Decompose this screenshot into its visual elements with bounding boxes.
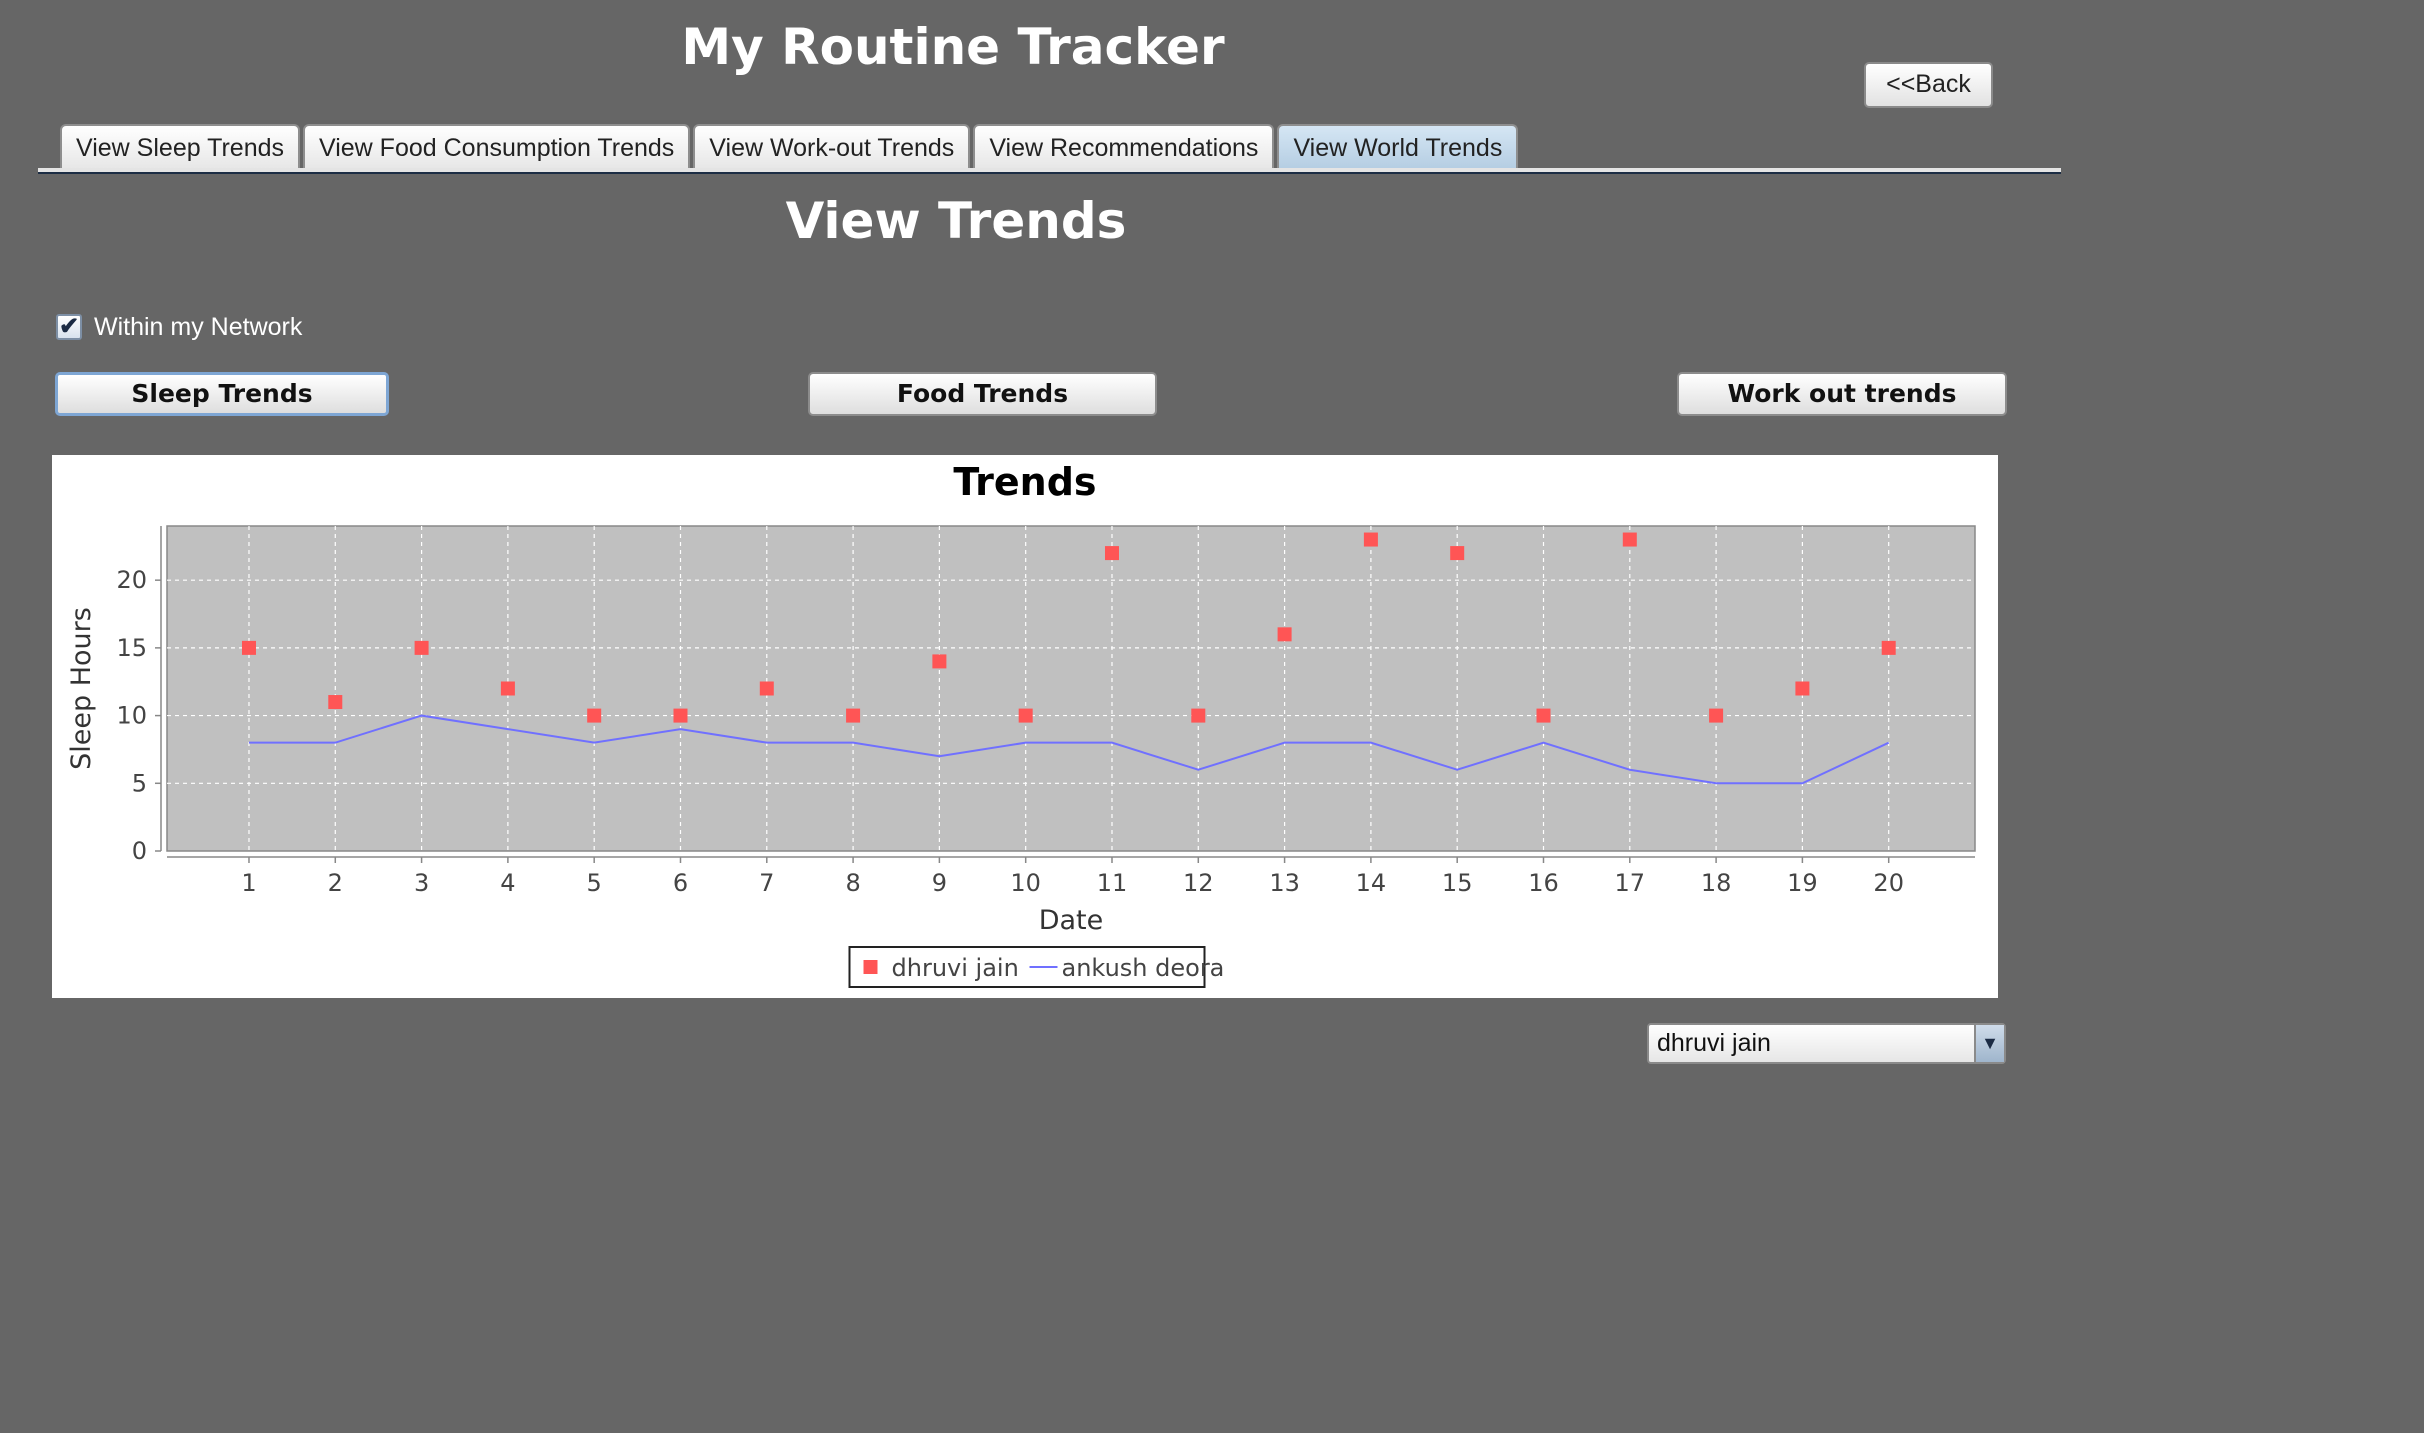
data-point-dhruvi-jain (1795, 681, 1810, 696)
y-tick-label: 0 (132, 837, 147, 865)
tab-panel-border (38, 168, 2061, 174)
app-title: My Routine Tracker (681, 18, 1225, 76)
page-title: View Trends (785, 192, 1127, 250)
tab-view-work-out-trends[interactable]: View Work-out Trends (693, 124, 971, 170)
x-tick-label: 17 (1615, 869, 1646, 897)
x-tick-label: 5 (587, 869, 602, 897)
data-point-dhruvi-jain (1709, 708, 1724, 723)
legend: dhruvi jain ankush deora (848, 946, 1225, 988)
data-point-dhruvi-jain (1622, 532, 1637, 547)
tab-view-food-consumption-trends[interactable]: View Food Consumption Trends (303, 124, 691, 170)
person-select[interactable]: dhruvi jain ▼ (1647, 1023, 2006, 1064)
data-point-dhruvi-jain (1104, 546, 1119, 561)
x-tick-label: 8 (845, 869, 860, 897)
legend-label-dhruvi-jain: dhruvi jain (892, 954, 1019, 982)
trends-chart-panel: Trends 1 2 3 4 5 6 7 8 9 10 11 12 13 14 15 16 17 18 19 20 0 5… (52, 455, 1998, 998)
x-tick-label: 6 (673, 869, 688, 897)
back-button[interactable]: <<Back (1864, 62, 1993, 108)
x-tick-label: 7 (759, 869, 774, 897)
x-tick-label: 18 (1701, 869, 1732, 897)
chart-title: Trends (953, 460, 1096, 504)
tab-view-recommendations[interactable]: View Recommendations (973, 124, 1275, 170)
tab-view-world-trends[interactable]: View World Trends (1277, 124, 1519, 170)
data-point-dhruvi-jain (1191, 708, 1206, 723)
y-tick-label: 20 (116, 566, 147, 594)
x-tick-label: 13 (1269, 869, 1300, 897)
data-point-dhruvi-jain (500, 681, 515, 696)
x-tick-label: 2 (328, 869, 343, 897)
x-tick-label: 16 (1528, 869, 1559, 897)
work-out-trends-button[interactable]: Work out trends (1677, 372, 2007, 416)
data-point-dhruvi-jain (1018, 708, 1033, 723)
dropdown-arrow-icon[interactable]: ▼ (1974, 1025, 2004, 1062)
x-tick-label: 20 (1873, 869, 1904, 897)
within-network-label: Within my Network (94, 312, 303, 341)
x-axis-label: Date (1039, 905, 1104, 936)
x-tick-label: 14 (1356, 869, 1387, 897)
data-point-dhruvi-jain (1881, 640, 1896, 655)
x-tick-label: 4 (500, 869, 515, 897)
data-point-dhruvi-jain (673, 708, 688, 723)
legend-label-ankush-deora: ankush deora (1062, 954, 1225, 982)
within-network-row: ✔ Within my Network (56, 312, 302, 342)
x-tick-label: 15 (1442, 869, 1473, 897)
tab-view-sleep-trends[interactable]: View Sleep Trends (60, 124, 300, 170)
y-axis-label: Sleep Hours (66, 607, 97, 770)
data-point-dhruvi-jain (1536, 708, 1551, 723)
x-tick-label: 3 (414, 869, 429, 897)
data-point-dhruvi-jain (932, 654, 947, 669)
plot-area (166, 525, 1976, 852)
checkmark-icon: ✔ (58, 313, 80, 340)
data-point-dhruvi-jain (759, 681, 774, 696)
tab-bar: View Sleep Trends View Food Consumption … (60, 124, 1521, 170)
x-tick-label: 19 (1787, 869, 1818, 897)
legend-marker-square (863, 960, 878, 974)
data-point-dhruvi-jain (328, 695, 343, 710)
x-tick-label: 11 (1097, 869, 1128, 897)
trends-chart: Trends 1 2 3 4 5 6 7 8 9 10 11 12 13 14 15 16 17 18 19 2005… (66, 460, 1976, 988)
sleep-trends-button[interactable]: Sleep Trends (55, 372, 389, 416)
data-point-dhruvi-jain (846, 708, 861, 723)
data-point-dhruvi-jain (1363, 532, 1378, 547)
data-point-dhruvi-jain (587, 708, 602, 723)
y-tick-label: 5 (132, 769, 147, 797)
y-tick-label: 10 (116, 702, 147, 730)
x-tick-label: 12 (1183, 869, 1214, 897)
person-select-value: dhruvi jain (1657, 1029, 1771, 1057)
data-point-dhruvi-jain (241, 640, 256, 655)
x-tick-label: 1 (241, 869, 256, 897)
within-network-checkbox[interactable]: ✔ (56, 314, 82, 340)
x-tick-label: 10 (1010, 869, 1041, 897)
y-tick-label: 15 (116, 634, 147, 662)
data-point-dhruvi-jain (1277, 627, 1292, 642)
x-tick-label: 9 (932, 869, 947, 897)
data-point-dhruvi-jain (1450, 546, 1465, 561)
data-point-dhruvi-jain (414, 640, 429, 655)
food-trends-button[interactable]: Food Trends (808, 372, 1157, 416)
